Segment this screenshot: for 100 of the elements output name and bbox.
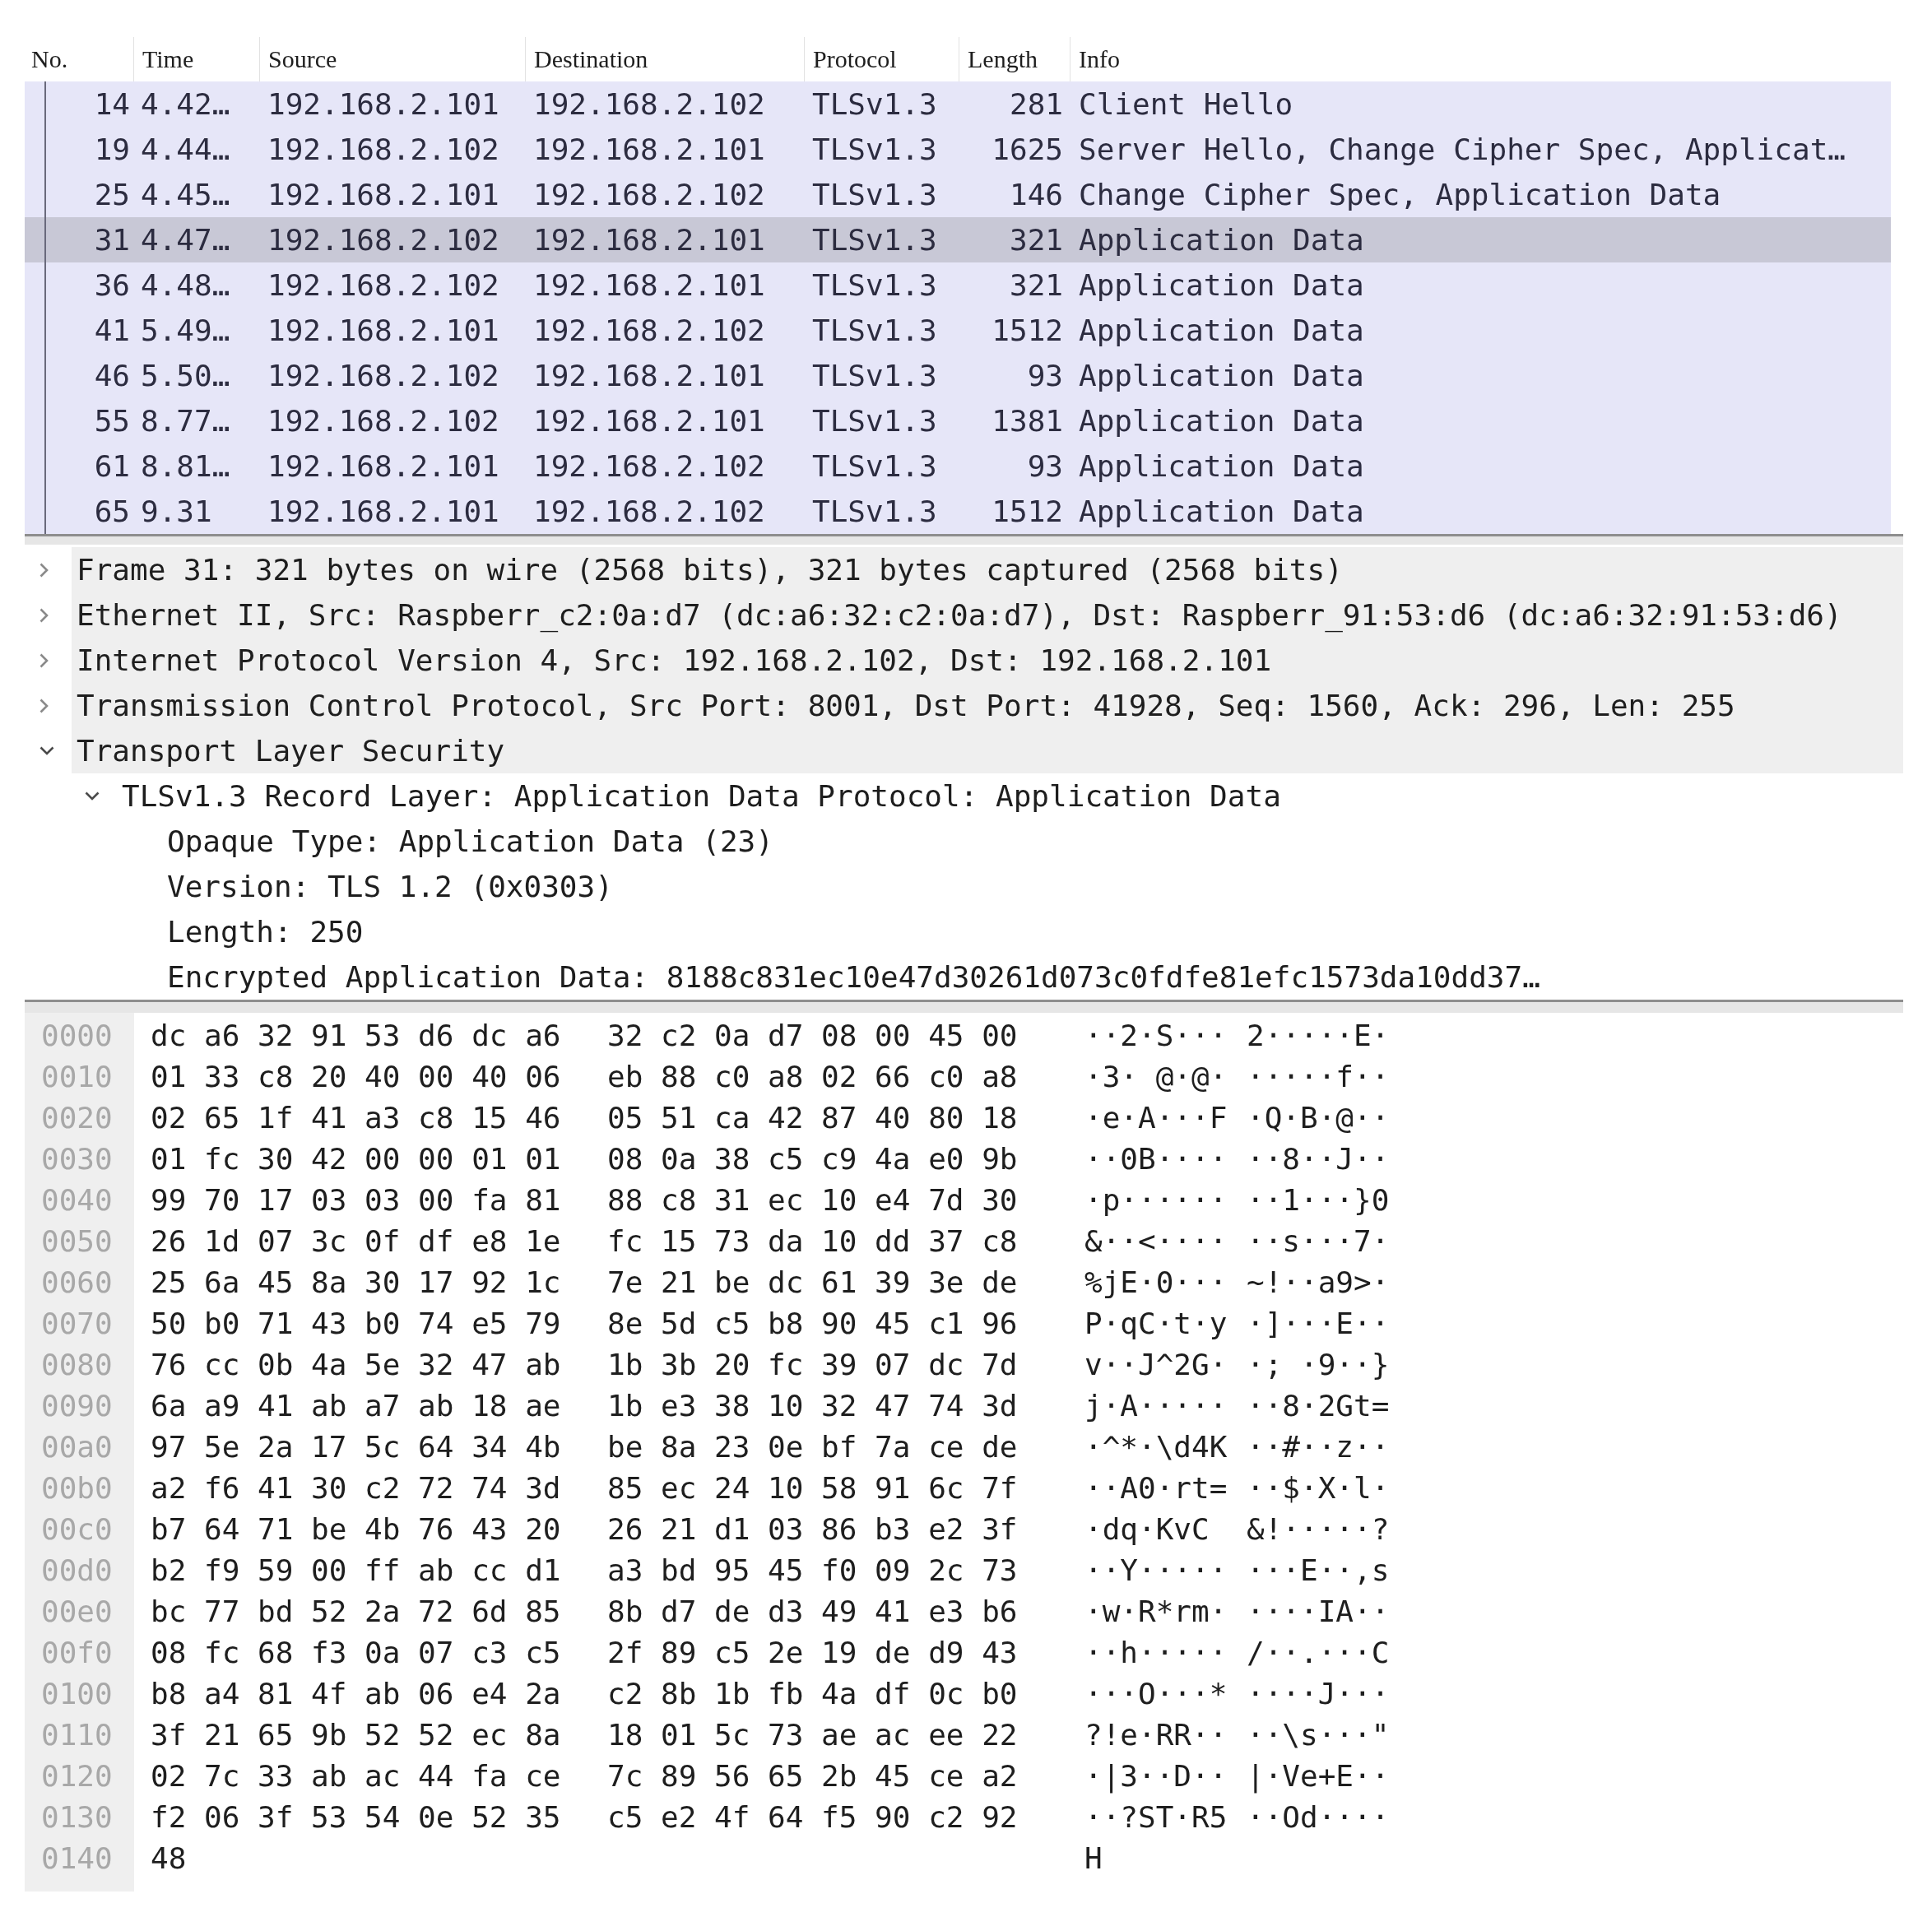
ascii-bytes: ·····f··: [1247, 1059, 1390, 1093]
ascii-bytes: ·3· @·@·: [1084, 1059, 1228, 1093]
packet-row[interactable]: 41 5.49… 192.168.2.101 192.168.2.102 TLSv1.3 1512 Application Data: [25, 308, 1891, 353]
protocol-name: TLSv1.3: [812, 494, 937, 528]
byte-offset: 00e0: [41, 1594, 113, 1628]
tree-item[interactable]: Opaque Type: Application Data (23): [167, 824, 773, 858]
byte-offset: 0020: [41, 1100, 113, 1135]
hex-bytes: 26 21 d1 03 86 b3 e2 3f: [607, 1511, 1018, 1546]
packet-row[interactable]: 61 8.81… 192.168.2.101 192.168.2.102 TLSv1.3 93 Application Data: [25, 443, 1891, 489]
panel-splitter[interactable]: [25, 1000, 1903, 1013]
ascii-bytes: ·p······: [1084, 1182, 1228, 1217]
source-address: 192.168.2.101: [267, 494, 499, 528]
hex-bytes: 2f 89 c5 2e 19 de d9 43: [607, 1635, 1018, 1669]
packet-time: 8.81…: [141, 449, 230, 483]
tree-item[interactable]: Transmission Control Protocol, Src Port: 8001, Dst Port: 41928, Seq: 1560, Ack: 296, Len: 255: [72, 683, 1903, 728]
tree-item[interactable]: Ethernet II, Src: Raspberr_c2:0a:d7 (dc:a6:32:c2:0a:d7), Dst: Raspberr_91:53:d6 (dc:a6:32:91:53:d6): [72, 592, 1903, 638]
ascii-bytes: ··h·····: [1084, 1635, 1228, 1669]
packet-row[interactable]: 36 4.48… 192.168.2.102 192.168.2.101 TLSv1.3 321 Application Data: [25, 262, 1891, 308]
packet-number: 19: [94, 132, 130, 166]
packet-time: 9.31: [141, 494, 212, 528]
tree-item[interactable]: TLSv1.3 Record Layer: Application Data Protocol: Application Data: [122, 779, 1281, 813]
protocol-name: TLSv1.3: [812, 223, 937, 257]
packet-row[interactable]: 25 4.45… 192.168.2.101 192.168.2.102 TLSv1.3 146 Change Cipher Spec, Application Data: [25, 172, 1891, 217]
tree-item[interactable]: Internet Protocol Version 4, Src: 192.168.2.102, Dst: 192.168.2.101: [72, 638, 1903, 683]
ascii-bytes: ···O···*: [1084, 1676, 1228, 1710]
packet-number: 31: [94, 223, 130, 257]
packet-number: 41: [94, 313, 130, 347]
chevron-right-icon[interactable]: [39, 698, 49, 713]
column-header[interactable]: No.: [25, 37, 133, 81]
tree-item[interactable]: Frame 31: 321 bytes on wire (2568 bits), 321 bytes captured (2568 bits): [72, 547, 1903, 592]
packet-info: Application Data: [1079, 313, 1364, 347]
chevron-right-icon[interactable]: [39, 607, 49, 623]
tree-item[interactable]: Transport Layer Security: [72, 728, 1903, 773]
packet-number: 55: [94, 404, 130, 438]
hex-bytes: 18 01 5c 73 ae ac ee 22: [607, 1717, 1018, 1752]
packet-time: 4.47…: [141, 223, 230, 257]
ascii-bytes: %jE·0···: [1084, 1265, 1228, 1299]
source-address: 192.168.2.102: [267, 132, 499, 166]
source-address: 192.168.2.102: [267, 404, 499, 438]
packet-length: 146: [1009, 178, 1063, 211]
chevron-down-icon[interactable]: [85, 791, 100, 801]
source-address: 192.168.2.102: [267, 268, 499, 302]
panel-splitter[interactable]: [25, 534, 1903, 545]
byte-offset: 0000: [41, 1018, 113, 1052]
ascii-bytes: &!·····?: [1247, 1511, 1390, 1546]
tree-item[interactable]: Length: 250: [167, 915, 364, 949]
hex-bytes: 01 33 c8 20 40 00 40 06: [151, 1059, 561, 1093]
hex-bytes: 97 5e 2a 17 5c 64 34 4b: [151, 1429, 561, 1464]
ascii-bytes: ·; ·9··}: [1247, 1347, 1390, 1381]
packet-info: Application Data: [1079, 494, 1364, 528]
hex-bytes: b8 a4 81 4f ab 06 e4 2a: [151, 1676, 561, 1710]
hex-bytes: 7c 89 56 65 2b 45 ce a2: [607, 1758, 1018, 1793]
packet-length: 1512: [992, 494, 1063, 528]
packet-row[interactable]: 46 5.50… 192.168.2.102 192.168.2.101 TLSv1.3 93 Application Data: [25, 353, 1891, 398]
hex-bytes: 99 70 17 03 03 00 fa 81: [151, 1182, 561, 1217]
ascii-bytes: ·dq·KvC: [1084, 1511, 1210, 1546]
packet-length: 321: [1009, 223, 1063, 257]
hex-bytes: 8e 5d c5 b8 90 45 c1 96: [607, 1306, 1018, 1340]
destination-address: 192.168.2.101: [533, 223, 765, 257]
chevron-right-icon[interactable]: [39, 652, 49, 668]
destination-address: 192.168.2.102: [533, 494, 765, 528]
destination-address: 192.168.2.101: [533, 132, 765, 166]
ascii-bytes: ··1···}0: [1247, 1182, 1390, 1217]
packet-row[interactable]: 19 4.44… 192.168.2.102 192.168.2.101 TLSv1.3 1625 Server Hello, Change Cipher Spec, Applicat…: [25, 127, 1891, 172]
ascii-bytes: ··A0·rt=: [1084, 1470, 1228, 1505]
packet-time: 5.50…: [141, 359, 230, 392]
hex-bytes: b7 64 71 be 4b 76 43 20: [151, 1511, 561, 1546]
packet-row[interactable]: 31 4.47… 192.168.2.102 192.168.2.101 TLSv1.3 321 Application Data: [25, 217, 1891, 262]
hex-bytes: 6a a9 41 ab a7 ab 18 ae: [151, 1388, 561, 1423]
chevron-down-icon[interactable]: [39, 746, 54, 755]
packet-number: 61: [94, 449, 130, 483]
ascii-bytes: ~!··a9>·: [1247, 1265, 1390, 1299]
byte-offset: 0030: [41, 1141, 113, 1176]
byte-offset: 0120: [41, 1758, 113, 1793]
hex-bytes: bc 77 bd 52 2a 72 6d 85: [151, 1594, 561, 1628]
tree-item[interactable]: Version: TLS 1.2 (0x0303): [167, 870, 613, 903]
hex-bytes: 85 ec 24 10 58 91 6c 7f: [607, 1470, 1018, 1505]
ascii-bytes: &··<····: [1084, 1223, 1228, 1258]
hex-bytes: f2 06 3f 53 54 0e 52 35: [151, 1799, 561, 1834]
ascii-bytes: ··$·X·l·: [1247, 1470, 1390, 1505]
protocol-name: TLSv1.3: [812, 132, 937, 166]
chevron-right-icon[interactable]: [39, 562, 49, 578]
ascii-bytes: ··s···7·: [1247, 1223, 1390, 1258]
packet-length: 1625: [992, 132, 1063, 166]
ascii-bytes: ··\s···": [1247, 1717, 1390, 1752]
ascii-bytes: ·Q·B·@··: [1247, 1100, 1390, 1135]
destination-address: 192.168.2.102: [533, 313, 765, 347]
hex-bytes: 02 7c 33 ab ac 44 fa ce: [151, 1758, 561, 1793]
ascii-bytes: ··Y·····: [1084, 1553, 1228, 1587]
hex-bytes: 08 fc 68 f3 0a 07 c3 c5: [151, 1635, 561, 1669]
ascii-bytes: ··?ST·R5: [1084, 1799, 1228, 1834]
packet-length: 1381: [992, 404, 1063, 438]
packet-row[interactable]: 65 9.31 192.168.2.101 192.168.2.102 TLSv1.3 1512 Application Data: [25, 489, 1891, 534]
tree-item[interactable]: Encrypted Application Data: 8188c831ec10e47d30261d073c0fdfe81efc1573da10dd37…: [167, 960, 1540, 994]
destination-address: 192.168.2.102: [533, 87, 765, 121]
packet-info: Client Hello: [1079, 87, 1293, 121]
ascii-bytes: ···E··,s: [1247, 1553, 1390, 1587]
packet-row[interactable]: 55 8.77… 192.168.2.102 192.168.2.101 TLSv1.3 1381 Application Data: [25, 398, 1891, 443]
ascii-bytes: ·|3··D··: [1084, 1758, 1228, 1793]
packet-row[interactable]: 14 4.42… 192.168.2.101 192.168.2.102 TLSv1.3 281 Client Hello: [25, 81, 1891, 127]
